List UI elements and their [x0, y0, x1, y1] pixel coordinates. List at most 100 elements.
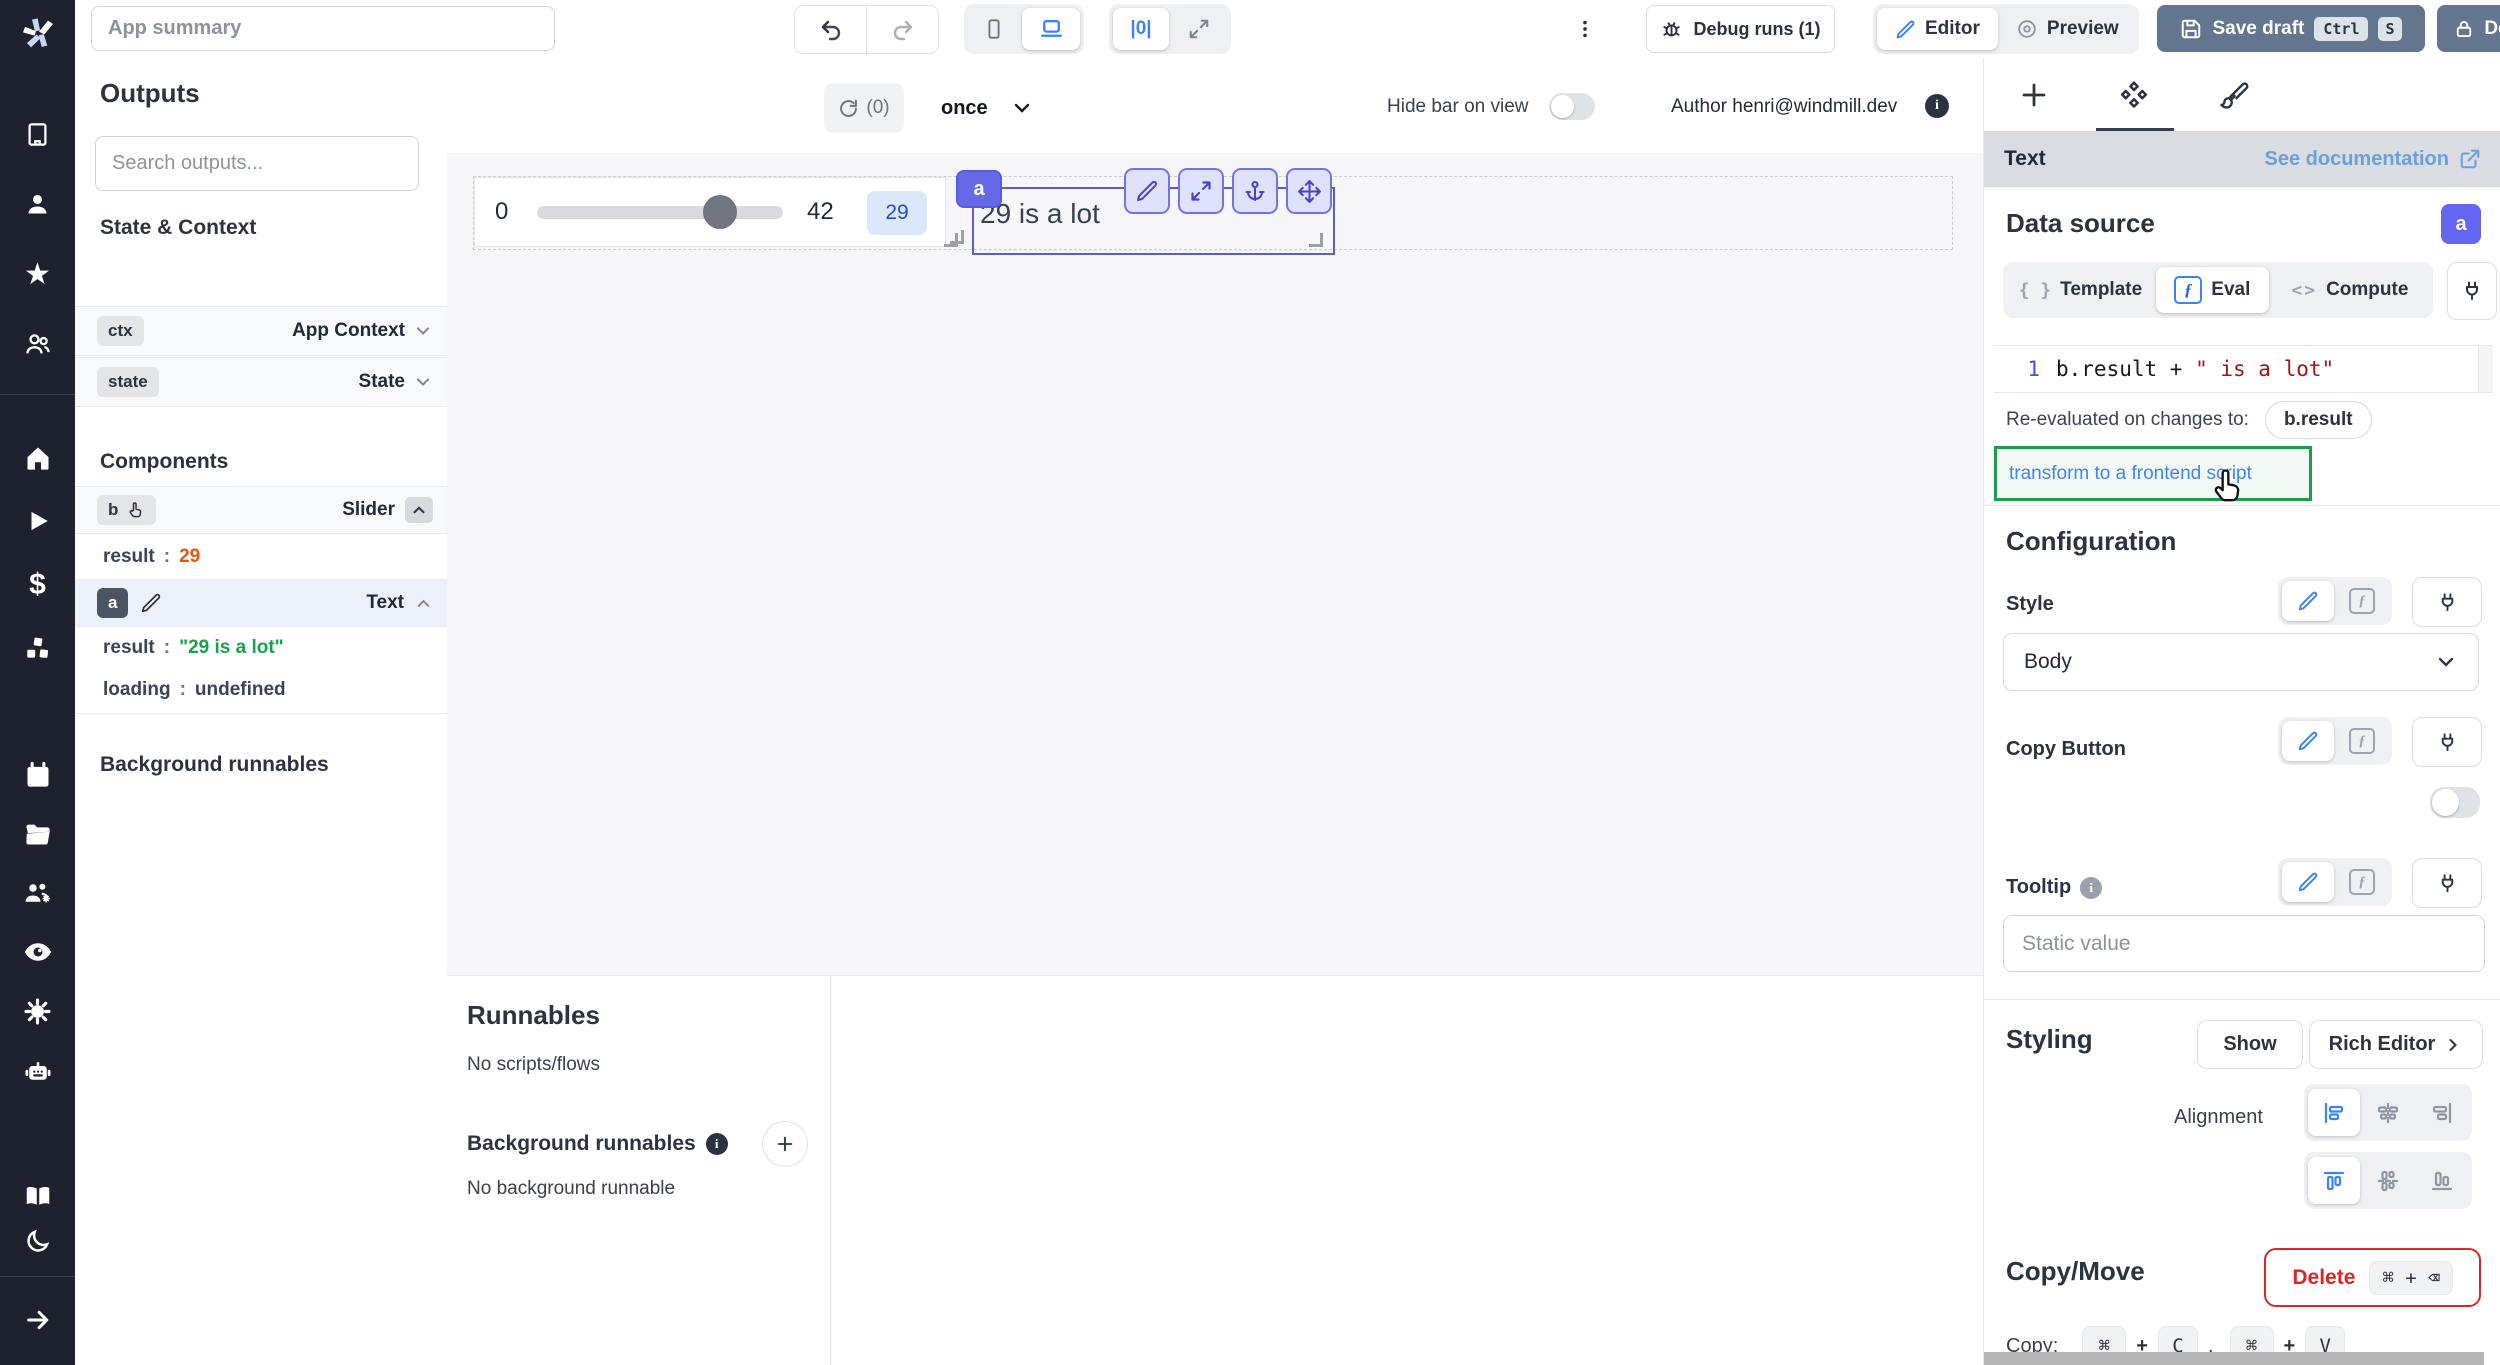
add-background-runnable-button[interactable] [762, 1121, 808, 1167]
run-policy-select[interactable]: once [941, 83, 1034, 133]
tab-compute[interactable]: <> Compute [2271, 267, 2429, 313]
style-eval-button[interactable]: ƒ [2336, 581, 2388, 621]
folders-icon[interactable] [0, 814, 75, 854]
mobile-view-button[interactable] [968, 8, 1020, 50]
move-component-button[interactable] [1286, 168, 1332, 214]
panel-scrollbar[interactable] [1984, 1352, 2484, 1365]
docs-book-icon[interactable] [0, 1176, 75, 1216]
info-icon[interactable]: i [706, 1133, 728, 1155]
groups-admin-icon[interactable] [0, 873, 75, 913]
align-left-button[interactable] [2308, 1089, 2360, 1136]
favorites-star-icon[interactable]: ★ [0, 254, 75, 294]
expand-component-button[interactable] [1178, 168, 1224, 214]
component-id-handle[interactable]: a [956, 170, 1002, 208]
deploy-button[interactable]: Deploy [2437, 5, 2500, 52]
slider-track[interactable] [537, 206, 783, 219]
component-row-a[interactable]: a Text [75, 579, 447, 627]
copy-button-eval[interactable]: ƒ [2336, 721, 2388, 761]
delete-component-button[interactable]: Delete ⌘ + ⌫ [2264, 1248, 2481, 1307]
edit-component-button[interactable] [1124, 168, 1170, 214]
tooltip-input[interactable] [2003, 915, 2485, 972]
anchor-component-button[interactable] [1232, 168, 1278, 214]
styling-show-button[interactable]: Show [2197, 1020, 2303, 1069]
tab-preview[interactable]: Preview [2000, 8, 2135, 50]
settings-gear-icon[interactable] [0, 991, 75, 1031]
redo-button[interactable] [867, 6, 938, 53]
debug-runs-label: Debug runs (1) [1693, 19, 1820, 40]
deploy-label: Deploy [2484, 18, 2500, 40]
tab-css-editor[interactable] [2184, 80, 2284, 110]
tooltip-connect[interactable] [2412, 858, 2482, 908]
output-row-ctx[interactable]: ctx App Context [75, 306, 447, 356]
hand-pointer-icon [126, 501, 145, 520]
resize-handle[interactable] [944, 233, 958, 247]
usage-dollar-icon[interactable]: $ [0, 565, 75, 605]
pencil-icon[interactable] [140, 592, 162, 614]
copy-button-toggle[interactable] [2430, 787, 2480, 818]
debug-runs-button[interactable]: Debug runs (1) [1646, 5, 1835, 53]
align-right-button[interactable] [2416, 1089, 2468, 1136]
show-label: Show [2223, 1033, 2276, 1056]
slider-value-badge: 29 [867, 191, 927, 235]
resize-handle[interactable] [1309, 233, 1323, 247]
tab-insert-component[interactable] [1984, 80, 2084, 110]
tab-template[interactable]: { } Template [2007, 267, 2154, 313]
refresh-button[interactable]: (0) [824, 83, 904, 133]
runs-play-icon[interactable] [0, 501, 75, 541]
resources-boxes-icon[interactable] [0, 629, 75, 669]
groups-icon[interactable] [0, 324, 75, 364]
rich-editor-button[interactable]: Rich Editor [2309, 1020, 2483, 1069]
copy-button-static[interactable] [2282, 721, 2334, 761]
slider-knob[interactable] [703, 195, 737, 229]
align-bottom-button[interactable] [2416, 1157, 2468, 1204]
align-top-button[interactable] [2308, 1157, 2360, 1204]
align-center-y-button[interactable] [2362, 1157, 2414, 1204]
info-icon[interactable]: i [2080, 877, 2102, 899]
audit-eye-icon[interactable] [0, 932, 75, 972]
dark-mode-moon-icon[interactable] [0, 1221, 75, 1261]
undo-button[interactable] [795, 6, 867, 53]
style-select[interactable]: Body [2003, 633, 2479, 691]
see-documentation-link[interactable]: See documentation [2265, 148, 2481, 171]
output-row-state[interactable]: state State [75, 357, 447, 407]
save-draft-button[interactable]: Save draft Ctrl S [2157, 5, 2425, 52]
component-row-b[interactable]: b Slider [75, 486, 447, 534]
user-icon[interactable] [0, 184, 75, 224]
chevron-up-icon[interactable] [414, 594, 433, 613]
ctx-label: App Context [292, 320, 405, 342]
layout-toggle-group: |0| [1109, 4, 1231, 54]
home-icon[interactable] [0, 438, 75, 478]
center-content-button[interactable]: |0| [1113, 8, 1169, 50]
schedules-calendar-icon[interactable] [0, 755, 75, 795]
connect-plug-button[interactable] [2447, 262, 2497, 320]
collapse-b-button[interactable] [405, 497, 433, 523]
info-icon[interactable]: i [1925, 94, 1949, 118]
tab-editor[interactable]: Editor [1877, 8, 1998, 50]
app-summary-input[interactable] [91, 6, 555, 51]
desktop-view-button[interactable] [1022, 8, 1080, 50]
more-menu-button[interactable] [1563, 8, 1607, 50]
transform-frontend-script-button[interactable]: transform to a frontend script [1994, 446, 2312, 501]
editor-scrollbar[interactable] [2478, 346, 2493, 392]
a-badge: a [97, 588, 128, 618]
tooltip-static[interactable] [2282, 862, 2334, 902]
tooltip-eval[interactable]: ƒ [2336, 862, 2388, 902]
search-outputs-input[interactable] [95, 136, 419, 191]
expand-rail-arrow-icon[interactable] [0, 1300, 75, 1340]
align-center-x-button[interactable] [2362, 1089, 2414, 1136]
a-loading-row: loading : undefined [75, 669, 447, 711]
windmill-logo[interactable] [0, 12, 75, 54]
tab-component-settings[interactable] [2084, 79, 2184, 111]
slider-component[interactable]: 0 42 29 [474, 177, 946, 247]
eval-code-editor[interactable]: 1 b.result + " is a lot" [1994, 345, 2493, 393]
a-loading-value: undefined [195, 679, 286, 701]
fullscreen-button[interactable] [1171, 8, 1227, 50]
workspace-icon[interactable] [0, 114, 75, 154]
style-static-button[interactable] [2282, 581, 2334, 621]
ai-bot-icon[interactable] [0, 1051, 75, 1091]
tab-eval[interactable]: ƒ Eval [2156, 267, 2269, 313]
style-connect-button[interactable] [2412, 577, 2482, 627]
copy-button-connect[interactable] [2412, 717, 2482, 767]
hide-bar-toggle[interactable] [1549, 93, 1595, 120]
app-canvas[interactable]: 0 42 29 29 is a lot a [447, 153, 1983, 975]
